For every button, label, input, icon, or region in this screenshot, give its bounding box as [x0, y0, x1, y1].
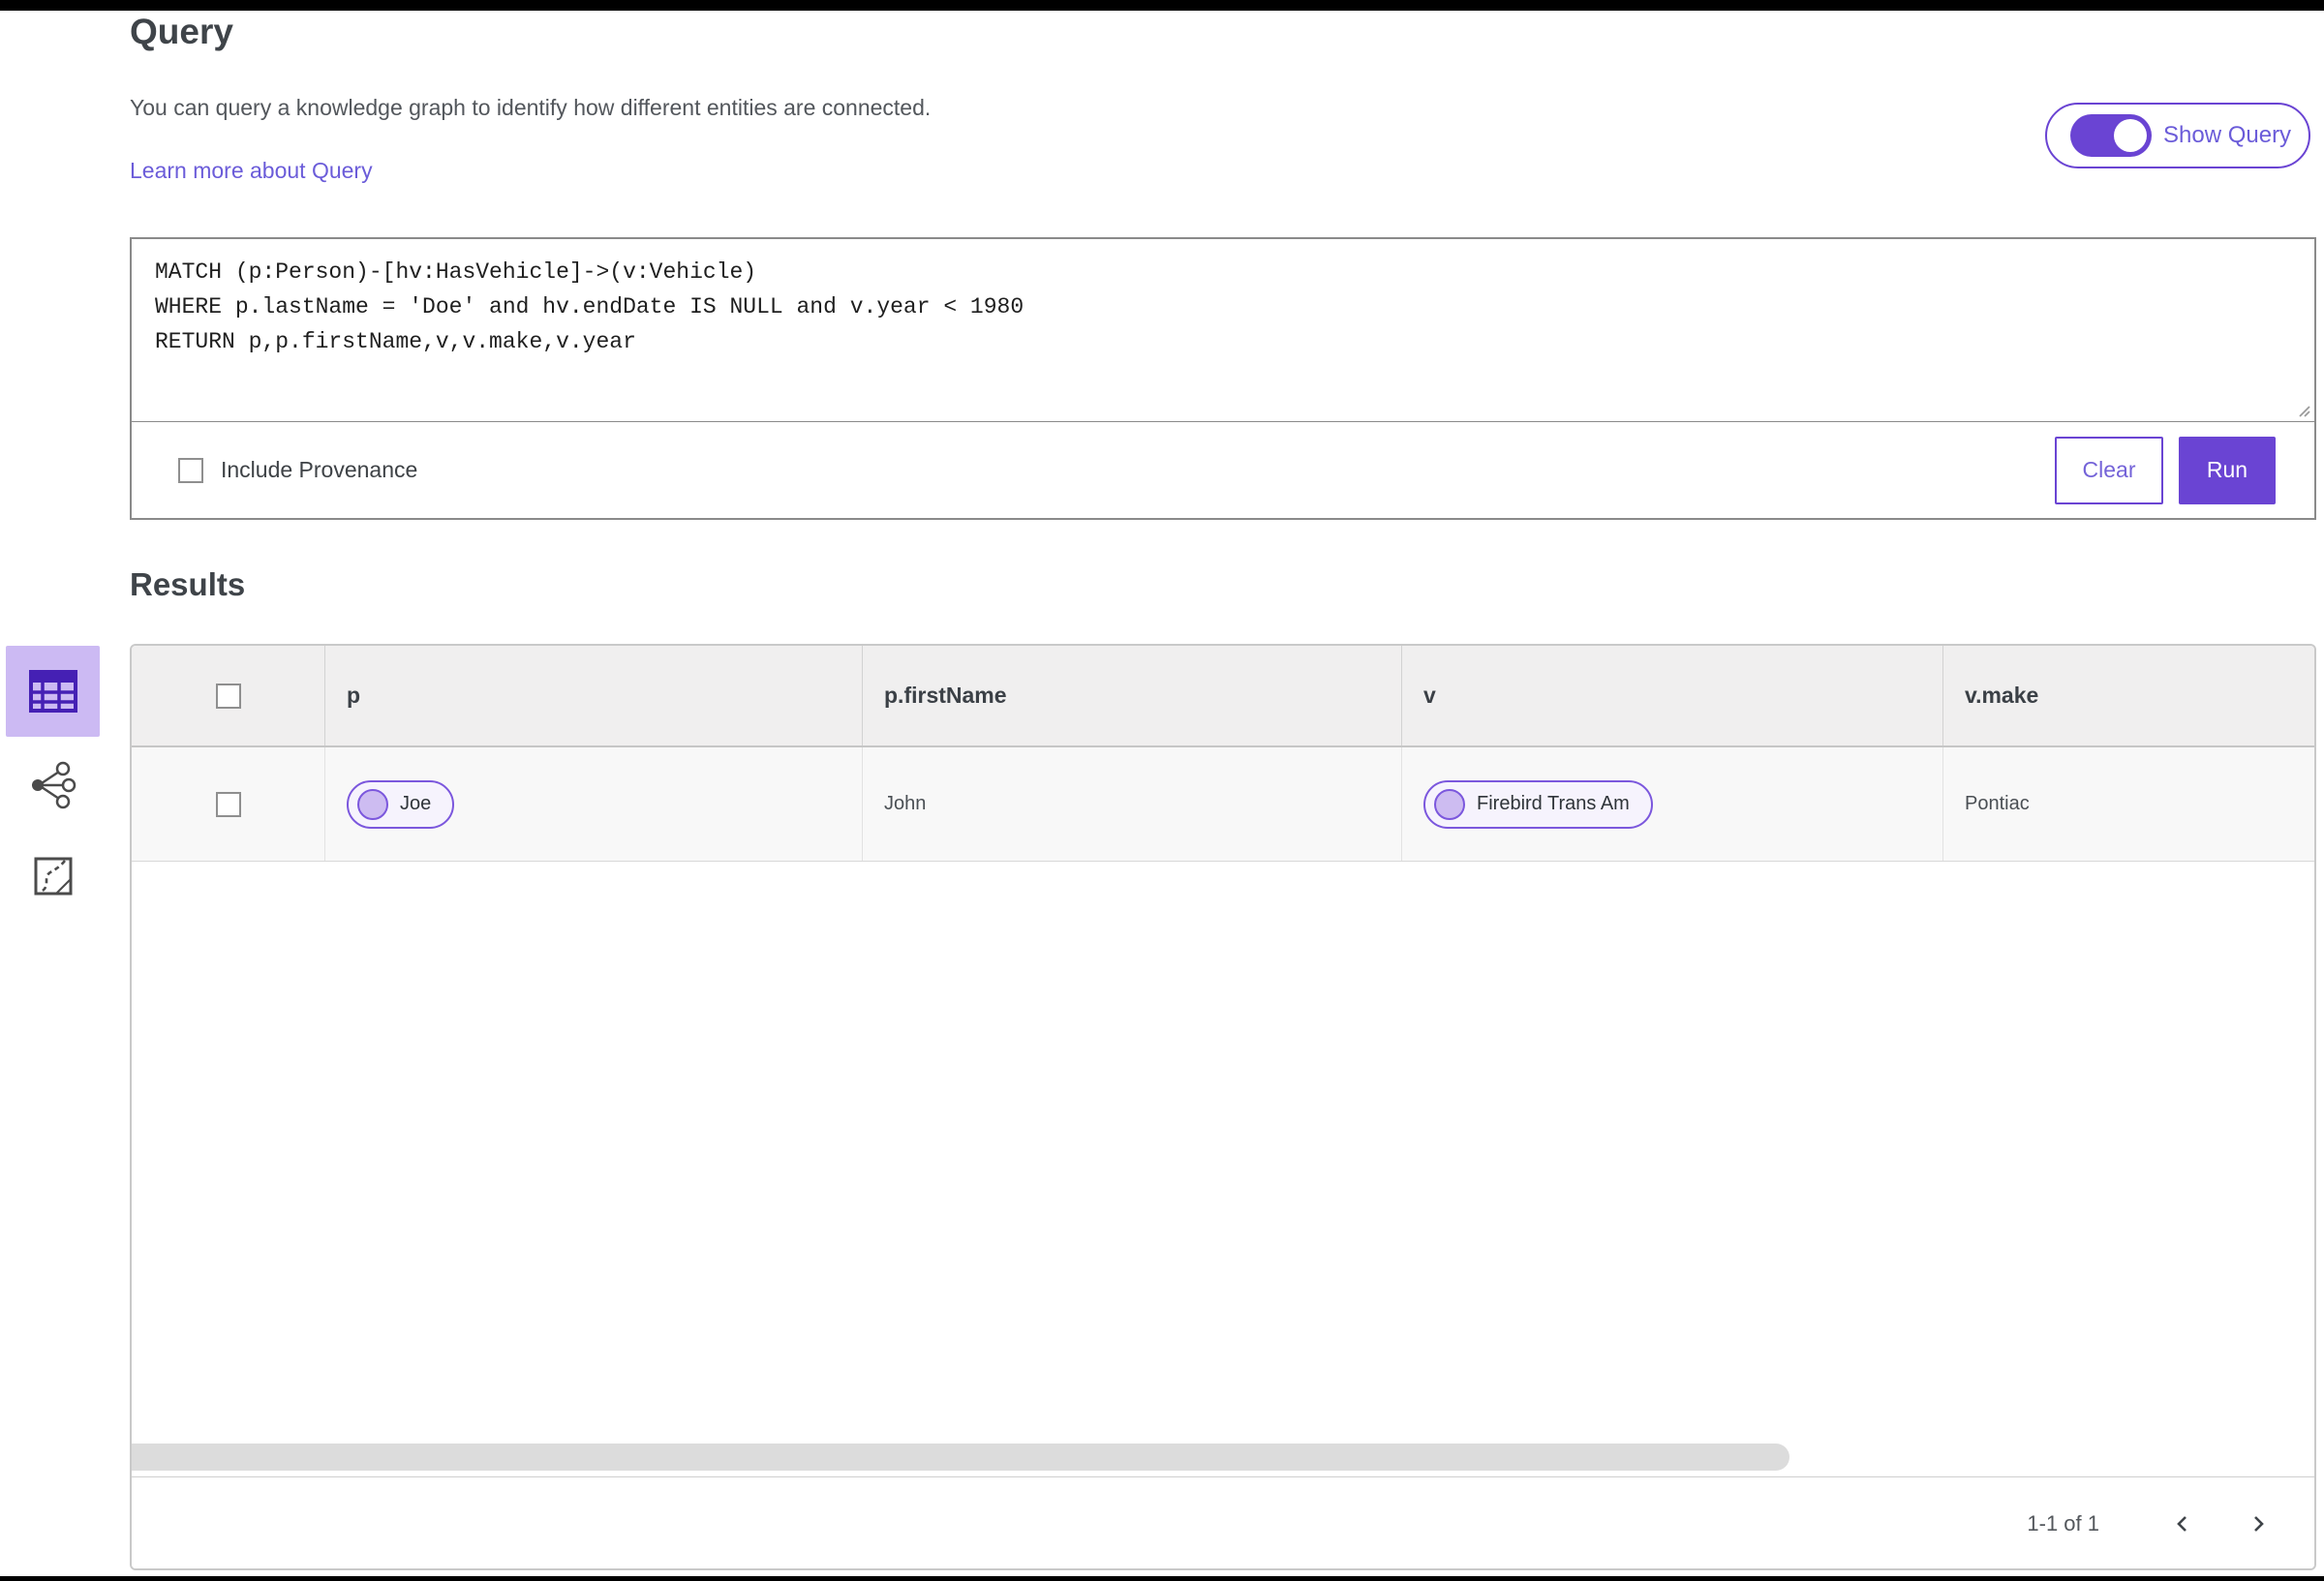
- previous-page-button[interactable]: [2161, 1503, 2204, 1545]
- column-label: p: [347, 683, 361, 708]
- horizontal-scrollbar[interactable]: [132, 1444, 1789, 1471]
- entity-chip-vehicle[interactable]: Firebird Trans Am: [1423, 779, 1653, 829]
- column-label: v.make: [1965, 683, 2039, 708]
- select-all-checkbox[interactable]: [215, 683, 241, 709]
- query-footer: Include Provenance Clear Run: [130, 421, 2316, 520]
- results-view-graph-button[interactable]: [27, 759, 79, 811]
- query-code-line: RETURN p,p.firstName,v,v.make,v.year: [155, 329, 636, 354]
- entity-chip-person[interactable]: Joe: [347, 779, 455, 829]
- page-title: Query: [130, 12, 233, 51]
- header-cell-select: [132, 646, 325, 745]
- entity-node-icon: [357, 788, 388, 820]
- query-code: MATCH (p:Person)-[hv:HasVehicle]->(v:Veh…: [132, 239, 2314, 375]
- header-cell-v-make: v.make: [1943, 646, 2314, 745]
- results-view-table-button[interactable]: [6, 646, 100, 737]
- show-query-label: Show Query: [2163, 122, 2292, 148]
- query-textarea[interactable]: MATCH (p:Person)-[hv:HasVehicle]->(v:Veh…: [130, 237, 2316, 423]
- column-label: p.firstName: [884, 683, 1007, 708]
- include-provenance-checkbox[interactable]: [178, 457, 203, 483]
- row-cell-p-firstname: John: [863, 747, 1402, 861]
- chevron-right-icon: [2254, 1516, 2264, 1532]
- cell-value: Pontiac: [1965, 793, 2030, 814]
- query-code-line: WHERE p.lastName = 'Doe' and hv.endDate …: [155, 294, 1024, 319]
- page-description: You can query a knowledge graph to ident…: [130, 95, 932, 120]
- header-cell-p: p: [325, 646, 863, 745]
- window-bottom-border: [0, 1576, 2324, 1581]
- window-top-border: [0, 0, 2324, 11]
- include-provenance-label: Include Provenance: [221, 457, 418, 482]
- row-cell-v-make: Pontiac: [1943, 747, 2314, 861]
- query-code-line: MATCH (p:Person)-[hv:HasVehicle]->(v:Veh…: [155, 259, 757, 285]
- results-table-panel: p p.firstName v v.make Joe John Firebird…: [130, 644, 2316, 1570]
- row-cell-v: Firebird Trans Am: [1402, 747, 1943, 861]
- table-row: Joe John Firebird Trans Am Pontiac: [132, 747, 2314, 862]
- run-button[interactable]: Run: [2179, 436, 2276, 504]
- column-label: v: [1423, 683, 1436, 708]
- results-table-header: p p.firstName v v.make: [132, 646, 2314, 747]
- next-page-button[interactable]: [2237, 1503, 2279, 1545]
- map-view-icon: [34, 857, 73, 896]
- cell-value: John: [884, 793, 927, 814]
- learn-more-link[interactable]: Learn more about Query: [130, 158, 373, 184]
- pagination-bar: 1-1 of 1: [132, 1476, 2314, 1568]
- entity-node-icon: [1434, 788, 1465, 820]
- toggle-switch-icon[interactable]: [2070, 114, 2152, 157]
- results-view-map-button[interactable]: [31, 854, 76, 898]
- results-heading: Results: [130, 566, 246, 602]
- row-cell-p: Joe: [325, 747, 863, 861]
- show-query-toggle[interactable]: Show Query: [2045, 103, 2310, 168]
- pagination-range-label: 1-1 of 1: [2027, 1511, 2099, 1535]
- textarea-resize-handle[interactable]: [2294, 401, 2311, 418]
- entity-chip-label: Firebird Trans Am: [1477, 793, 1630, 814]
- table-view-icon: [28, 670, 77, 713]
- entity-chip-label: Joe: [400, 793, 432, 814]
- header-cell-p-firstname: p.firstName: [863, 646, 1402, 745]
- toggle-knob: [2114, 119, 2147, 152]
- clear-button[interactable]: Clear: [2055, 436, 2163, 504]
- row-cell-select: [132, 747, 325, 861]
- chevron-left-icon: [2177, 1516, 2186, 1532]
- row-checkbox[interactable]: [215, 791, 241, 817]
- graph-view-icon: [32, 761, 76, 809]
- header-cell-v: v: [1402, 646, 1943, 745]
